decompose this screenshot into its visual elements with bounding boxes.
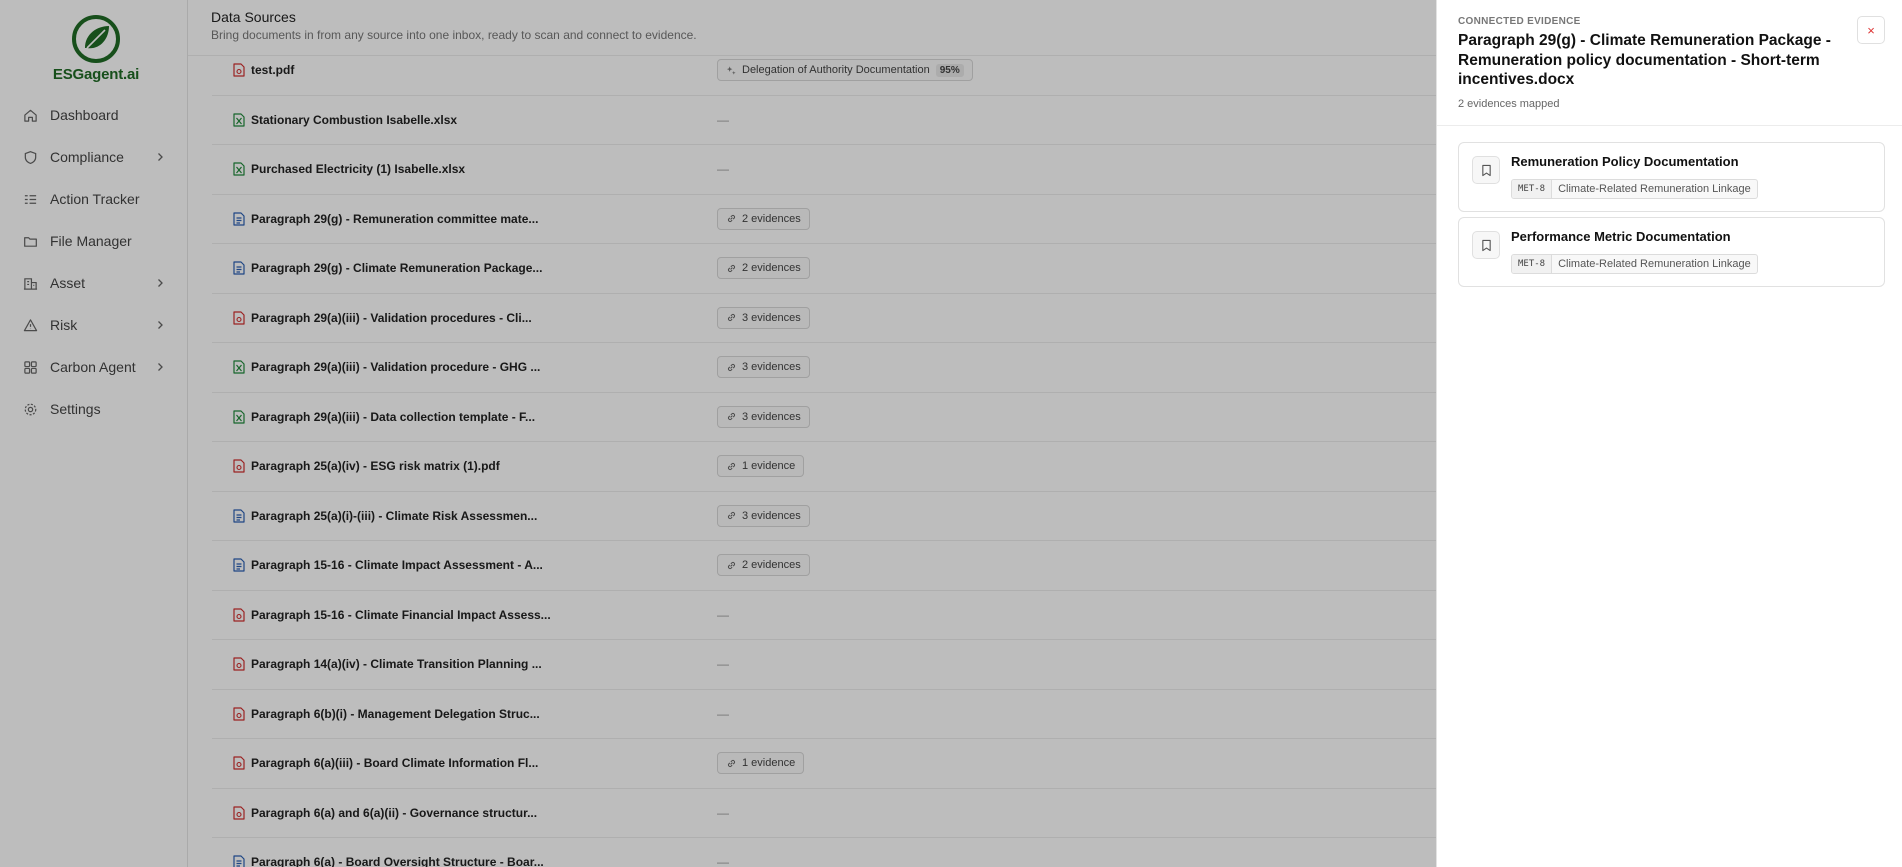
metric-tag: MET-8 Climate-Related Remuneration Linkag… [1511, 179, 1758, 199]
drawer-eyebrow: CONNECTED EVIDENCE [1458, 16, 1581, 27]
drawer-title: Paragraph 29(g) - Climate Remuneration P… [1458, 32, 1831, 88]
evidence-card[interactable]: Remuneration Policy Documentation MET-8 Cl… [1458, 142, 1885, 212]
drawer-header: CONNECTED EVIDENCE Paragraph 29(g) - Cli… [1437, 0, 1902, 126]
metric-tag: MET-8 Climate-Related Remuneration Linkag… [1511, 254, 1758, 274]
evidence-card[interactable]: Performance Metric Documentation MET-8 Cli… [1458, 217, 1885, 287]
close-icon: × [1867, 22, 1875, 38]
close-button[interactable]: × [1857, 16, 1885, 44]
bookmark-icon[interactable] [1472, 231, 1500, 259]
bookmark-icon[interactable] [1472, 156, 1500, 184]
metric-name: Climate-Related Remuneration Linkage [1558, 183, 1751, 195]
evidence-title: Remuneration Policy Documentation [1511, 154, 1739, 169]
connected-evidence-drawer: CONNECTED EVIDENCE Paragraph 29(g) - Cli… [1436, 0, 1902, 867]
evidence-count: 2 evidences mapped [1458, 97, 1560, 110]
metric-name: Climate-Related Remuneration Linkage [1558, 258, 1751, 270]
evidence-list: Remuneration Policy Documentation MET-8 Cl… [1458, 142, 1885, 292]
modal-backdrop[interactable] [0, 0, 1436, 867]
metric-code: MET-8 [1512, 255, 1553, 273]
evidence-title: Performance Metric Documentation [1511, 229, 1731, 244]
metric-code: MET-8 [1512, 180, 1553, 198]
